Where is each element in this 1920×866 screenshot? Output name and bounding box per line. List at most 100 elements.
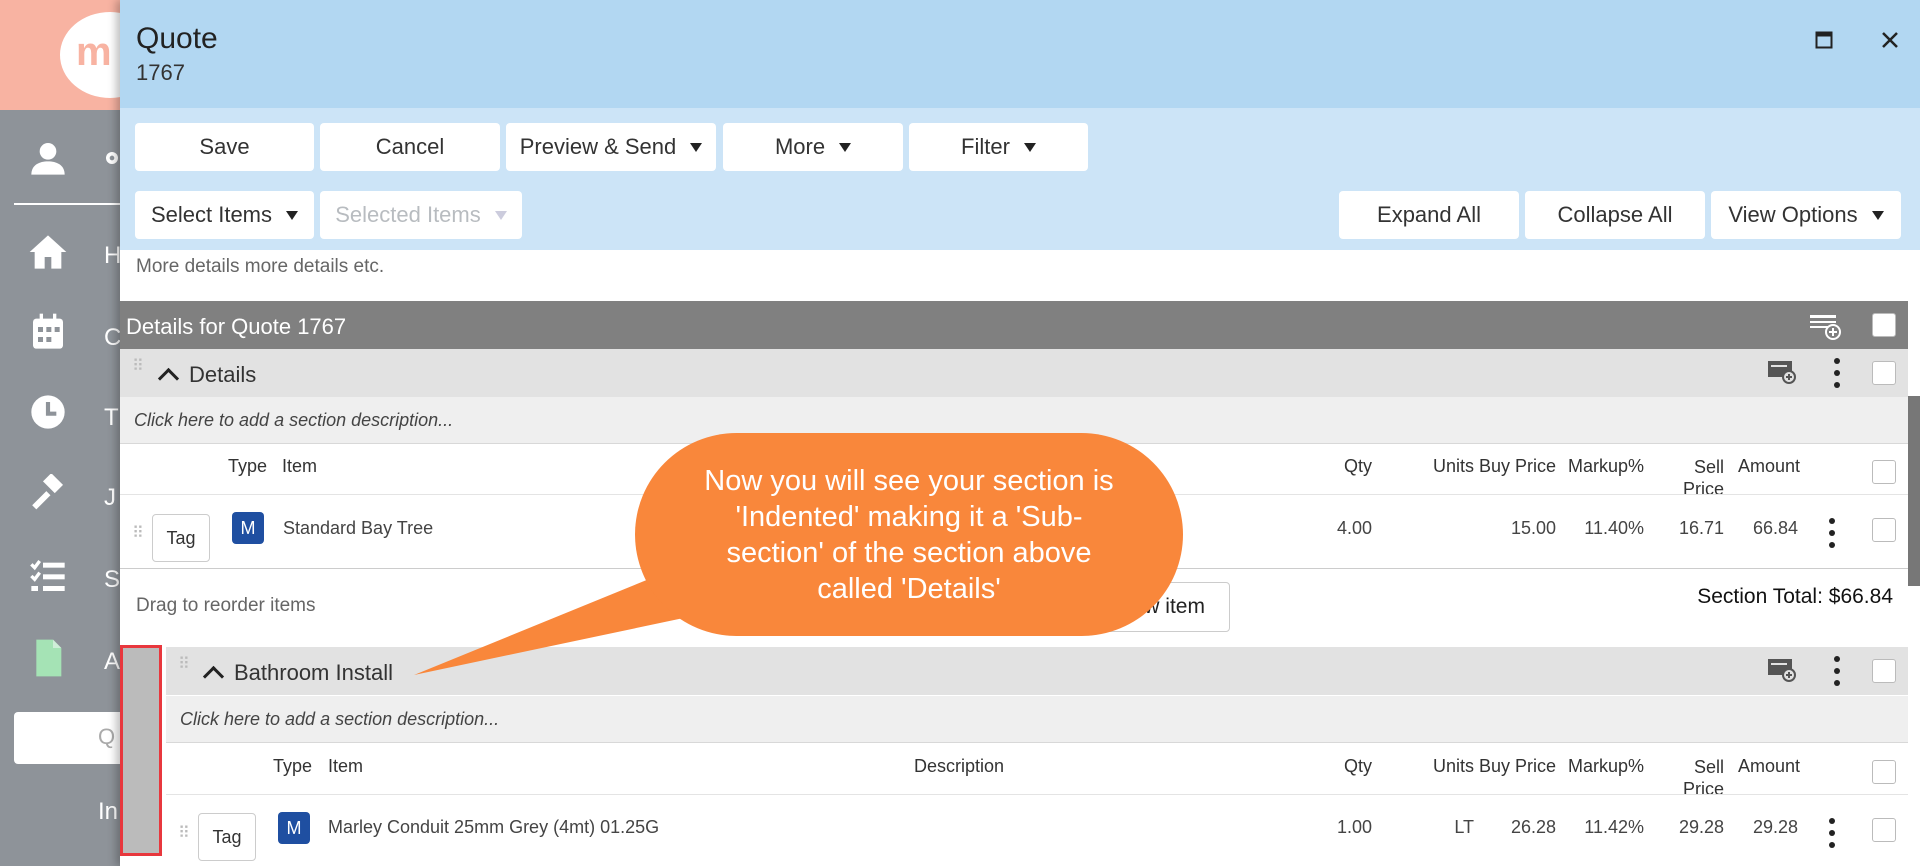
drag-handle-icon[interactable]: ⠿ — [132, 359, 144, 375]
details-header-bar: Details for Quote 1767 — [120, 301, 1908, 349]
selected-items-label: Selected Items — [335, 202, 481, 227]
sidebar-item-label[interactable]: S — [104, 566, 120, 594]
select-items-button[interactable]: Select Items — [135, 191, 314, 239]
preview-send-label: Preview & Send — [519, 134, 677, 159]
clock-icon[interactable] — [26, 390, 70, 434]
section-description-placeholder: Click here to add a section description.… — [180, 709, 500, 729]
caret-down-icon — [1871, 210, 1884, 220]
section-total: Section Total: $66.84 — [1697, 585, 1893, 608]
tag-button[interactable]: Tag — [198, 813, 256, 861]
col-item: Item — [328, 756, 364, 776]
sidebar-item-label[interactable]: In — [98, 798, 118, 826]
chevron-up-icon[interactable] — [202, 665, 225, 688]
tag-button[interactable]: Tag — [152, 514, 210, 562]
item-amount: 66.84 — [1752, 518, 1798, 538]
more-button[interactable]: More — [723, 123, 903, 171]
cancel-button[interactable]: Cancel — [320, 123, 500, 171]
document-icon[interactable] — [26, 636, 70, 680]
col-amount: Amount — [1737, 756, 1800, 776]
maximize-icon[interactable] — [1806, 22, 1842, 58]
drag-handle-icon[interactable]: ⠿ — [132, 526, 144, 542]
caret-down-icon — [1023, 142, 1036, 152]
view-options-button[interactable]: View Options — [1711, 191, 1901, 239]
col-type: Type — [228, 456, 268, 476]
close-icon[interactable] — [1872, 22, 1908, 58]
drag-handle-icon[interactable]: ⠿ — [178, 826, 190, 842]
preview-send-button[interactable]: Preview & Send — [506, 123, 716, 171]
caret-down-icon — [690, 142, 703, 152]
item-qty[interactable]: 1.00 — [1270, 817, 1372, 838]
item-checkbox[interactable] — [1872, 818, 1896, 842]
drag-reorder-note: Drag to reorder items — [136, 595, 316, 616]
item-menu-icon[interactable] — [1827, 518, 1837, 548]
callout-bubble: Now you will see your section is 'Indent… — [635, 433, 1183, 636]
filter-button[interactable]: Filter — [909, 123, 1088, 171]
details-header-title: Details for Quote 1767 — [126, 314, 347, 339]
sidebar-item-label[interactable]: J — [104, 484, 116, 512]
gear-icon[interactable] — [92, 136, 120, 180]
app-header: m — [0, 0, 160, 110]
view-options-label: View Options — [1728, 202, 1858, 227]
item-sell-price[interactable]: 29.28 — [1640, 817, 1724, 838]
tag-button-label: Tag — [166, 527, 196, 548]
checklist-icon[interactable] — [26, 554, 70, 598]
collapse-all-button[interactable]: Collapse All — [1525, 191, 1705, 239]
calendar-icon[interactable] — [26, 310, 70, 354]
item-name[interactable]: Marley Conduit 25mm Grey (4mt) 01.25G — [328, 817, 659, 838]
toolbar: Save Cancel Preview & Send More Filter S… — [120, 108, 1920, 250]
item-amount: 29.28 — [1752, 817, 1798, 837]
col-item: Item — [282, 456, 318, 476]
user-icon[interactable] — [26, 136, 70, 180]
col-markup: Markup% — [1567, 756, 1644, 776]
hammer-icon[interactable] — [26, 472, 70, 516]
select-all-checkbox[interactable] — [1872, 313, 1896, 337]
item-checkbox[interactable] — [1872, 518, 1896, 542]
add-subsection-icon[interactable] — [1767, 359, 1797, 385]
section-checkbox[interactable] — [1872, 361, 1896, 385]
home-icon[interactable] — [26, 230, 70, 274]
selected-items-button[interactable]: Selected Items — [320, 191, 522, 239]
column-select-checkbox[interactable] — [1872, 760, 1896, 784]
section-menu-icon[interactable] — [1832, 358, 1842, 388]
section-title[interactable]: Details — [189, 362, 256, 388]
quote-number: 1767 — [136, 60, 185, 85]
item-qty[interactable]: 4.00 — [1270, 518, 1372, 539]
drag-handle-icon[interactable]: ⠿ — [178, 657, 190, 673]
add-section-icon[interactable] — [1808, 311, 1842, 341]
expand-all-button[interactable]: Expand All — [1339, 191, 1519, 239]
section-description[interactable]: Click here to add a section description.… — [166, 696, 1908, 743]
quote-description: More details more details etc. — [136, 256, 385, 277]
material-type-badge: M — [278, 812, 310, 844]
caret-down-icon — [286, 210, 299, 220]
save-button[interactable]: Save — [135, 123, 314, 171]
caret-down-icon — [494, 210, 507, 220]
collapse-all-label: Collapse All — [1557, 202, 1673, 227]
item-markup[interactable]: 11.40% — [1540, 518, 1644, 539]
sidebar-item-label[interactable]: C — [104, 324, 121, 352]
section-menu-icon[interactable] — [1832, 656, 1842, 686]
item-menu-icon[interactable] — [1827, 818, 1837, 848]
sidebar-item-label: Q — [98, 724, 116, 749]
item-name[interactable]: Standard Bay Tree — [283, 518, 433, 539]
column-select-checkbox[interactable] — [1872, 460, 1896, 484]
subsection-header[interactable]: ⠿ Bathroom Install — [166, 647, 1908, 695]
sidebar-item-label[interactable]: T — [104, 404, 119, 432]
scrollbar-thumb[interactable] — [1908, 396, 1920, 586]
filter-label: Filter — [961, 134, 1010, 159]
dialog-header: Quote 1767 — [120, 0, 1920, 108]
save-button-label: Save — [199, 134, 250, 159]
col-amount: Amount — [1737, 456, 1800, 476]
item-markup[interactable]: 11.42% — [1540, 817, 1644, 838]
sidebar-item-label[interactable]: A — [104, 648, 120, 676]
section-header[interactable]: ⠿ Details — [120, 349, 1908, 397]
chevron-up-icon[interactable] — [157, 367, 180, 390]
sidebar-item-label[interactable]: H — [104, 242, 121, 270]
section-checkbox[interactable] — [1872, 659, 1896, 683]
add-subsection-icon[interactable] — [1767, 657, 1797, 683]
sidebar-item-active[interactable]: Q — [14, 712, 124, 764]
col-type: Type — [273, 756, 313, 776]
col-description: Description — [914, 756, 1005, 776]
col-markup: Markup% — [1567, 456, 1644, 476]
section-title[interactable]: Bathroom Install — [234, 660, 393, 686]
item-sell-price[interactable]: 16.71 — [1640, 518, 1724, 539]
